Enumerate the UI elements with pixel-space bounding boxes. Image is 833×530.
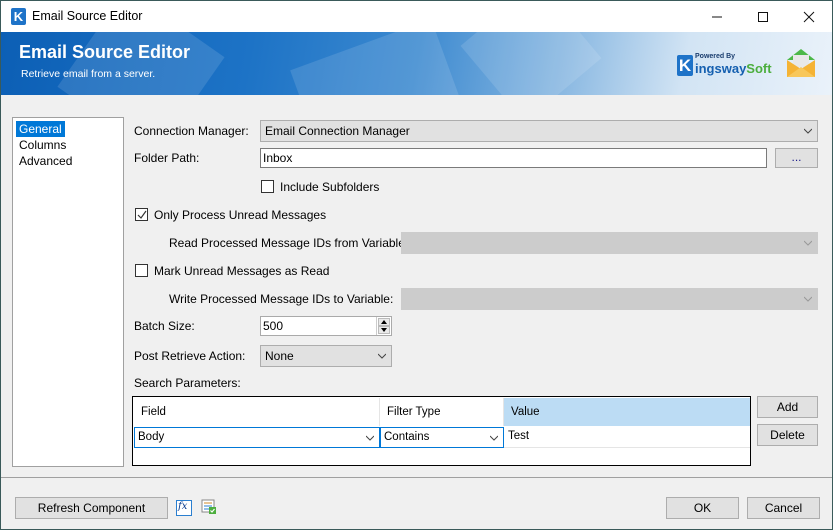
nav-item-columns[interactable]: Columns	[16, 137, 69, 153]
column-header-filter-type[interactable]: Filter Type	[380, 398, 504, 426]
mark-as-read-checkbox[interactable]	[135, 264, 148, 277]
kingswaysoft-app-icon: K	[11, 8, 26, 25]
column-header-field[interactable]: Field	[134, 398, 380, 426]
spin-up-button[interactable]	[378, 318, 390, 326]
batch-size-value: 500	[263, 319, 284, 333]
banner-subtitle: Retrieve email from a server.	[21, 68, 156, 80]
refresh-component-button[interactable]: Refresh Component	[15, 497, 168, 519]
post-retrieve-action-value: None	[265, 349, 294, 363]
checkmark-icon	[137, 210, 147, 219]
email-source-editor-window: K Email Source Editor Email Source Edito…	[0, 0, 833, 530]
folder-path-input[interactable]: Inbox	[260, 148, 767, 168]
logo-brand-soft: Soft	[746, 61, 772, 76]
spin-down-button[interactable]	[378, 326, 390, 334]
write-ids-variable-label: Write Processed Message IDs to Variable:	[169, 292, 394, 306]
chevron-down-icon	[804, 296, 812, 302]
only-unread-checkbox[interactable]	[135, 208, 148, 221]
column-header-value[interactable]: Value	[504, 398, 750, 426]
banner-title: Email Source Editor	[19, 42, 191, 62]
expression-editor-icon[interactable]: fx	[176, 500, 192, 516]
logo-k-mark: K	[677, 55, 693, 76]
minimize-icon	[712, 16, 722, 17]
arrow-down-icon	[381, 328, 387, 332]
chevron-down-icon	[804, 128, 812, 134]
email-envelope-icon	[787, 49, 815, 77]
logo-brand-name: ingswaySoft	[695, 61, 772, 76]
value-cell-input[interactable]: Test	[504, 427, 750, 448]
chevron-down-icon	[804, 240, 812, 246]
minimize-button[interactable]	[694, 1, 740, 32]
nav-item-advanced[interactable]: Advanced	[16, 153, 75, 169]
kingswaysoft-logo: K Powered By ingswaySoft	[677, 50, 772, 80]
maximize-icon	[758, 11, 768, 22]
banner-decoration	[290, 32, 462, 95]
field-cell-value: Body	[138, 431, 165, 443]
post-retrieve-action-label: Post Retrieve Action:	[134, 349, 246, 363]
ok-button[interactable]: OK	[666, 497, 739, 519]
close-button[interactable]	[786, 1, 832, 32]
post-retrieve-action-dropdown[interactable]: None	[260, 345, 392, 367]
logo-powered-by: Powered By	[695, 53, 736, 60]
connection-manager-label: Connection Manager:	[134, 124, 249, 138]
batch-size-stepper[interactable]: 500	[260, 316, 392, 336]
arrow-up-icon	[381, 320, 387, 324]
connection-manager-value: Email Connection Manager	[265, 124, 410, 138]
cancel-button[interactable]: Cancel	[747, 497, 820, 519]
close-icon	[803, 11, 815, 22]
footer-divider	[1, 477, 832, 478]
nav-item-general[interactable]: General	[16, 121, 65, 137]
search-parameters-grid: Field Filter Type Value Body Contains Te…	[132, 396, 751, 466]
chevron-down-icon	[366, 435, 374, 441]
logo-brand-main: ingsway	[695, 61, 747, 76]
chevron-down-icon	[378, 353, 386, 359]
validate-component-icon[interactable]	[201, 499, 217, 515]
mark-as-read-label: Mark Unread Messages as Read	[154, 264, 330, 278]
window-title: Email Source Editor	[32, 9, 143, 23]
chevron-down-icon	[490, 435, 498, 441]
filter-type-cell-dropdown[interactable]: Contains	[380, 427, 504, 448]
batch-size-label: Batch Size:	[134, 319, 195, 333]
read-ids-variable-dropdown[interactable]	[401, 232, 818, 254]
write-ids-variable-dropdown[interactable]	[401, 288, 818, 310]
include-subfolders-label: Include Subfolders	[280, 180, 380, 194]
section-nav-list: General Columns Advanced	[12, 117, 124, 467]
connection-manager-dropdown[interactable]: Email Connection Manager	[260, 120, 818, 142]
header-banner: Email Source Editor Retrieve email from …	[1, 32, 832, 95]
maximize-button[interactable]	[740, 1, 786, 32]
read-ids-variable-label: Read Processed Message IDs from Variable…	[169, 236, 409, 250]
batch-size-spinner	[376, 317, 391, 335]
delete-parameter-button[interactable]: Delete	[757, 424, 818, 446]
only-unread-label: Only Process Unread Messages	[154, 208, 327, 222]
include-subfolders-checkbox[interactable]	[261, 180, 274, 193]
fx-glyph: fx	[178, 501, 188, 512]
search-parameters-label: Search Parameters:	[134, 376, 241, 390]
banner-decoration	[460, 32, 602, 95]
title-bar: K Email Source Editor	[1, 1, 832, 32]
browse-folder-button[interactable]: ...	[775, 148, 818, 168]
add-parameter-button[interactable]: Add	[757, 396, 818, 418]
folder-path-label: Folder Path:	[134, 151, 200, 165]
filter-type-cell-value: Contains	[384, 431, 430, 443]
field-cell-dropdown[interactable]: Body	[134, 427, 380, 448]
